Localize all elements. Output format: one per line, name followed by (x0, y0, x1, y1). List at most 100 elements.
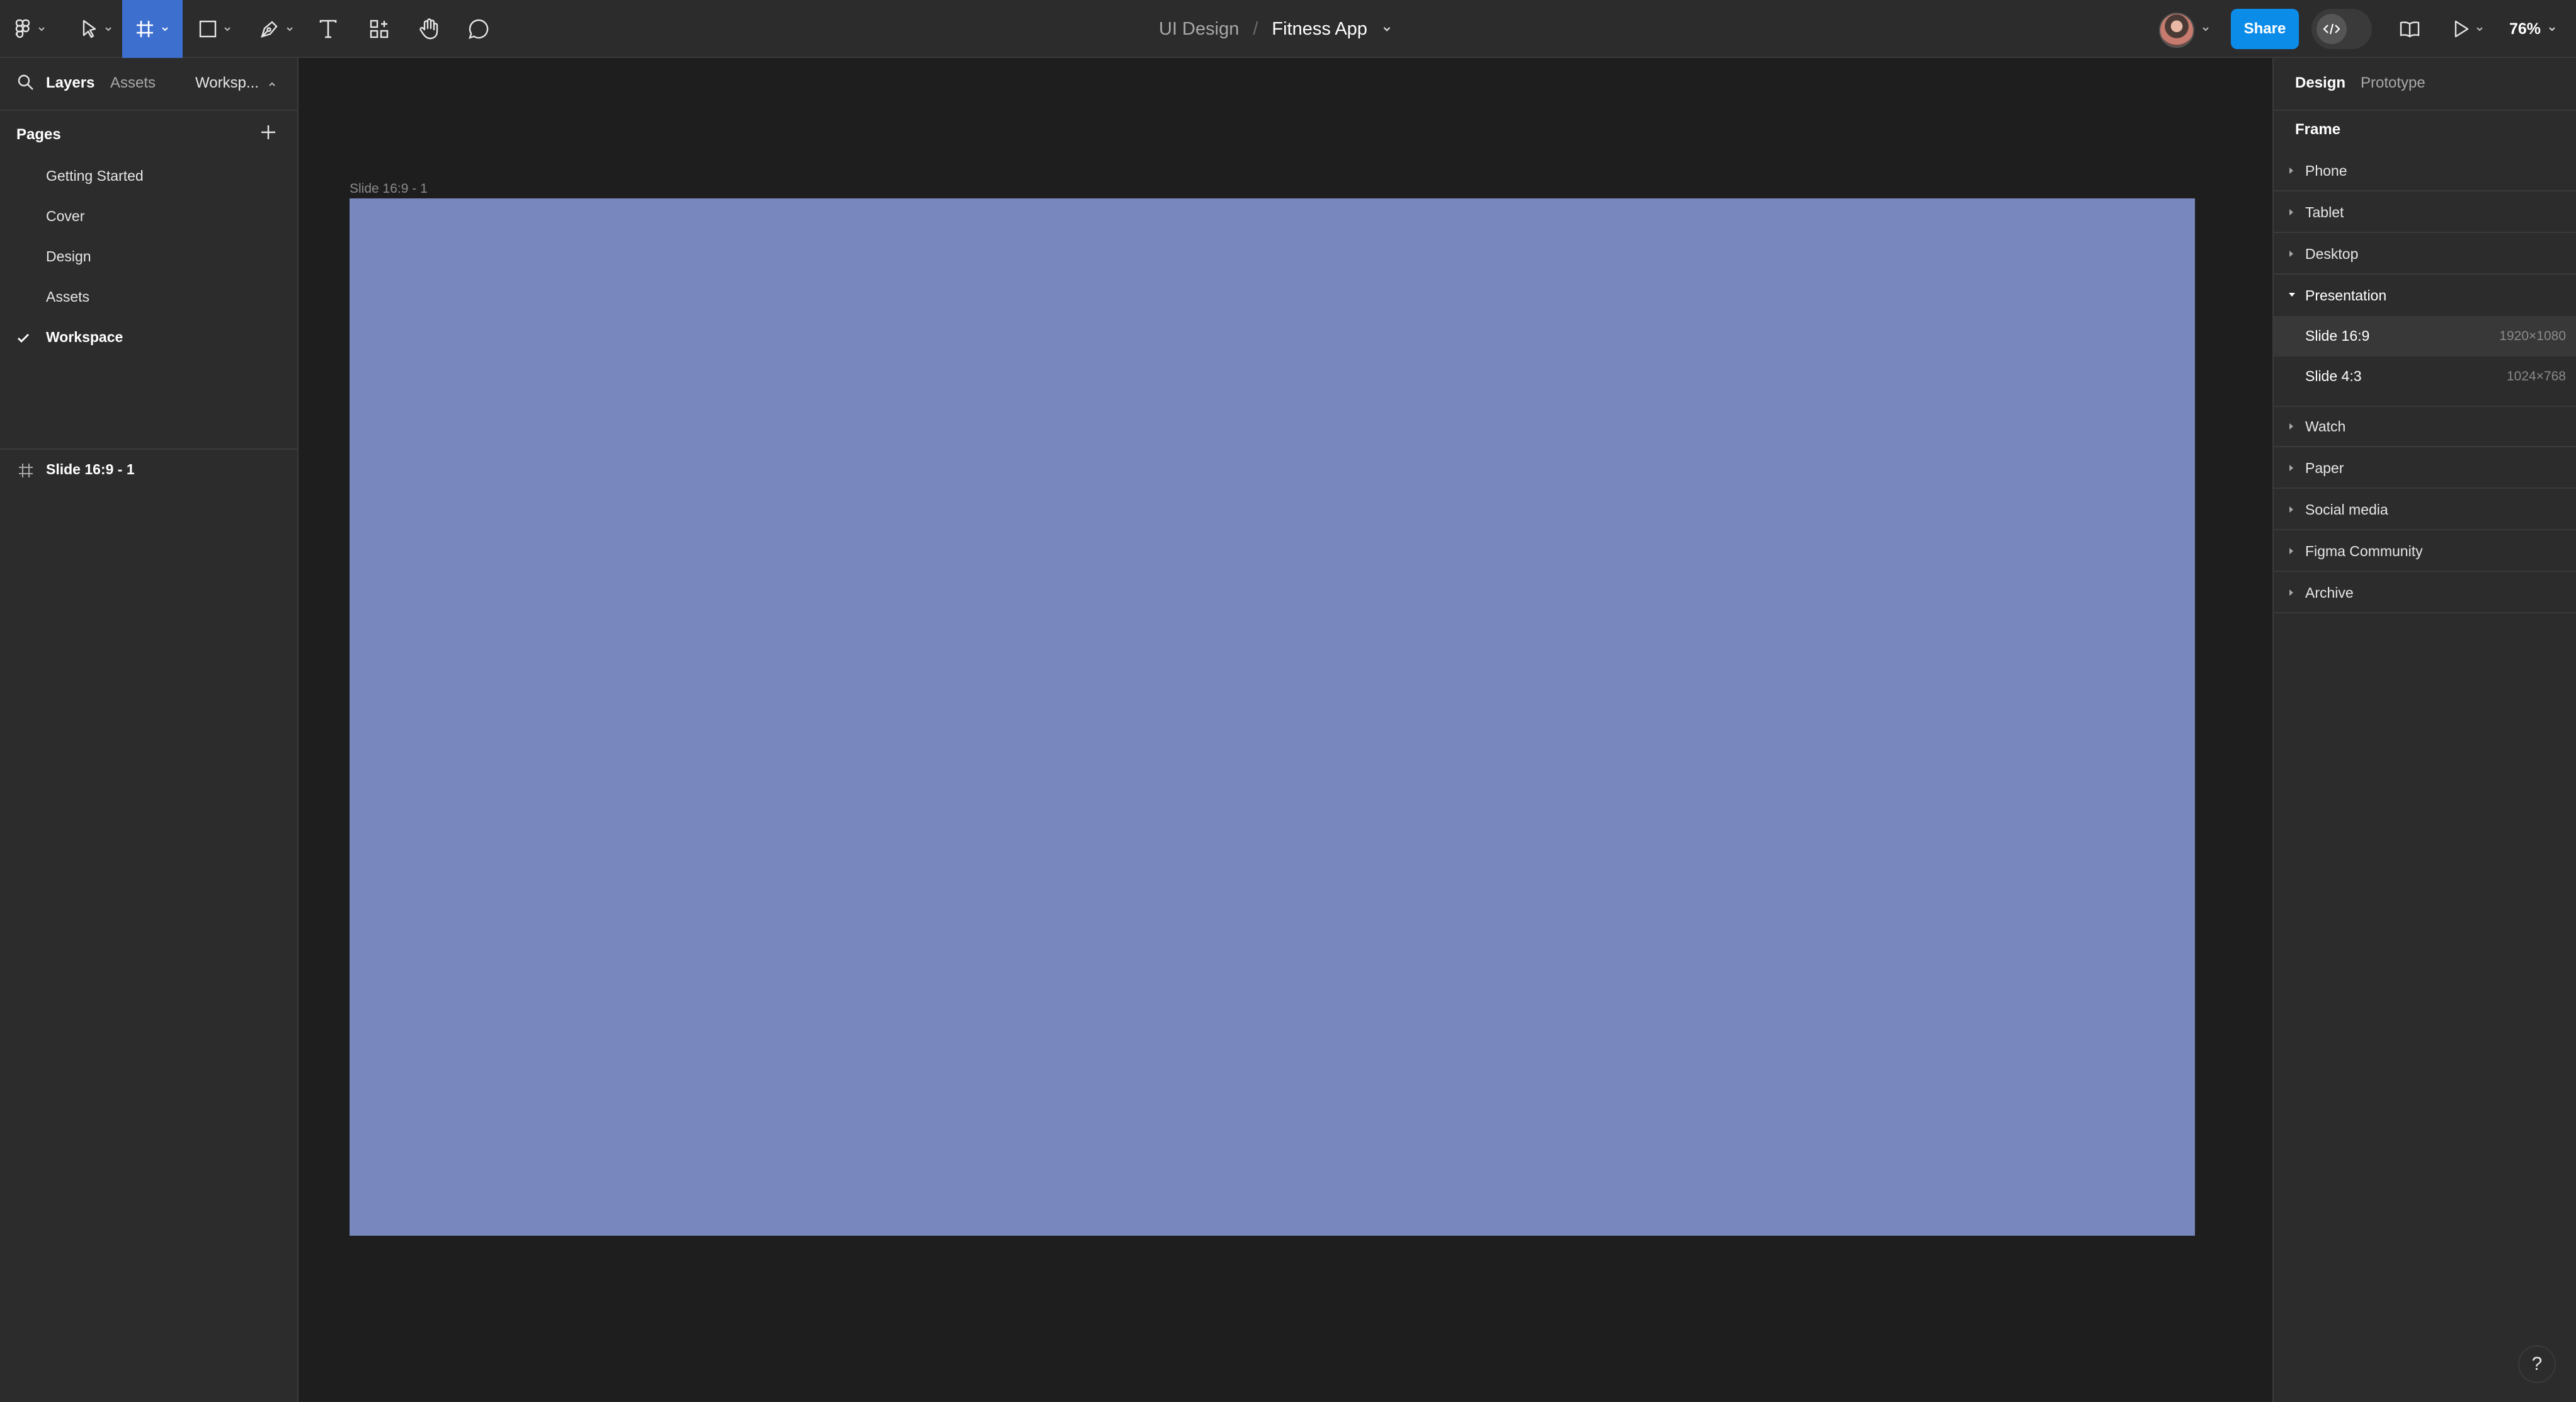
avatar[interactable] (2159, 13, 2194, 48)
tab-layers[interactable]: Layers (46, 74, 94, 92)
page-item-workspace[interactable]: Workspace (0, 319, 297, 358)
chevron-down-icon (105, 27, 111, 31)
caret-right-icon (2289, 209, 2293, 215)
page-label: Assets (46, 288, 90, 305)
preset-slide-16-9[interactable]: Slide 16:9 1920×1080 (2274, 316, 2576, 356)
present-button[interactable] (2448, 0, 2490, 58)
page-item-getting-started[interactable]: Getting Started (0, 157, 297, 197)
page-item-design[interactable]: Design (0, 238, 297, 277)
page-label: Getting Started (46, 168, 144, 184)
project-name[interactable]: UI Design (1159, 19, 1239, 40)
comment-tool-button[interactable] (461, 0, 496, 58)
resources-tool-button[interactable] (363, 0, 396, 58)
preset-category-tablet[interactable]: Tablet (2274, 193, 2576, 233)
category-label: Tablet (2305, 204, 2344, 220)
file-name[interactable]: Fitness App (1272, 19, 1367, 40)
comment-icon (469, 19, 489, 39)
tab-design[interactable]: Design (2295, 74, 2345, 92)
layer-item-slide[interactable]: Slide 16:9 - 1 (0, 451, 297, 490)
chevron-down-icon (2476, 27, 2483, 31)
dev-mode-knob (2317, 14, 2347, 44)
preset-category-figma-community[interactable]: Figma Community (2274, 532, 2576, 572)
slide-frame[interactable] (350, 198, 2195, 1236)
category-label: Watch (2305, 418, 2346, 435)
resources-icon (370, 20, 389, 38)
main-menu-button[interactable] (9, 0, 53, 58)
caret-down-icon (2289, 293, 2295, 297)
category-label: Figma Community (2305, 543, 2423, 559)
breadcrumb-separator: / (1253, 18, 1258, 39)
add-page-icon[interactable] (258, 122, 278, 142)
category-label: Archive (2305, 584, 2354, 601)
caret-right-icon (2289, 548, 2293, 554)
search-icon[interactable] (16, 73, 35, 92)
chevron-down-icon (224, 27, 231, 31)
preset-dimensions: 1024×768 (2506, 369, 2566, 384)
library-button[interactable] (2393, 0, 2426, 58)
preset-category-social-media[interactable]: Social media (2274, 490, 2576, 530)
right-panel-tabs: Design Prototype (2274, 58, 2576, 111)
tab-prototype[interactable]: Prototype (2361, 74, 2425, 92)
category-label: Social media (2305, 501, 2388, 518)
preset-category-phone[interactable]: Phone (2274, 151, 2576, 191)
category-label: Presentation (2305, 287, 2387, 304)
move-icon (83, 20, 96, 38)
right-panel: Design Prototype Frame Phone Tablet Desk… (2272, 58, 2576, 1402)
layer-label: Slide 16:9 - 1 (46, 461, 135, 477)
checkmark-icon (18, 334, 29, 343)
panel-divider (0, 448, 297, 450)
workspace-dropdown[interactable]: Worksp... (195, 74, 259, 92)
page-item-assets[interactable]: Assets (0, 278, 297, 317)
left-panel-tabs: Layers Assets Worksp... (0, 58, 297, 111)
text-icon (319, 20, 337, 38)
move-tool-button[interactable] (74, 0, 120, 58)
pen-tool-button[interactable] (253, 0, 301, 58)
preset-dimensions: 1920×1080 (2499, 329, 2566, 343)
help-button[interactable]: ? (2518, 1345, 2556, 1383)
present-icon (2454, 20, 2469, 38)
caret-right-icon (2289, 506, 2293, 513)
preset-category-watch[interactable]: Watch (2274, 407, 2576, 447)
preset-slide-4-3[interactable]: Slide 4:3 1024×768 (2274, 356, 2576, 397)
dev-mode-toggle[interactable] (2311, 9, 2372, 49)
chevron-down-icon[interactable] (1381, 23, 1393, 35)
chevron-down-icon (38, 27, 45, 31)
chevron-up-icon[interactable] (267, 79, 277, 89)
tab-assets[interactable]: Assets (110, 74, 156, 92)
rectangle-icon (199, 20, 217, 38)
library-icon (2400, 21, 2420, 38)
page-label: Design (46, 248, 91, 265)
preset-label: Slide 4:3 (2305, 368, 2362, 384)
pen-icon (261, 21, 278, 38)
frame-tool-button[interactable] (122, 0, 183, 58)
share-button[interactable]: Share (2231, 9, 2299, 49)
preset-category-presentation[interactable]: Presentation (2274, 276, 2576, 316)
chevron-down-icon[interactable] (2201, 24, 2211, 34)
file-title[interactable]: UI Design / Fitness App (1159, 0, 1393, 58)
page-item-cover[interactable]: Cover (0, 198, 297, 237)
preset-category-paper[interactable]: Paper (2274, 448, 2576, 489)
page-label: Workspace (46, 329, 123, 345)
frame-icon (137, 21, 153, 37)
frame-icon (19, 464, 33, 477)
category-label: Desktop (2305, 246, 2359, 262)
hand-tool-button[interactable] (412, 0, 446, 58)
page-label: Cover (46, 208, 85, 224)
chevron-down-icon (287, 27, 293, 31)
canvas[interactable]: Slide 16:9 - 1 (299, 58, 2272, 1402)
hand-icon (419, 18, 438, 40)
left-panel: Layers Assets Worksp... Pages Getting St… (0, 58, 299, 1402)
chevron-down-icon (2549, 27, 2555, 31)
zoom-control[interactable]: 76% (2509, 0, 2557, 58)
category-label: Paper (2305, 460, 2344, 476)
figma-menu-icon (15, 19, 30, 38)
frame-label[interactable]: Slide 16:9 - 1 (350, 181, 428, 197)
caret-right-icon (2289, 251, 2293, 257)
text-tool-button[interactable] (312, 0, 344, 58)
shape-tool-button[interactable] (193, 0, 238, 58)
preset-category-archive[interactable]: Archive (2274, 573, 2576, 613)
category-label: Phone (2305, 162, 2347, 179)
caret-right-icon (2289, 465, 2293, 471)
caret-right-icon (2289, 168, 2293, 174)
preset-category-desktop[interactable]: Desktop (2274, 234, 2576, 275)
